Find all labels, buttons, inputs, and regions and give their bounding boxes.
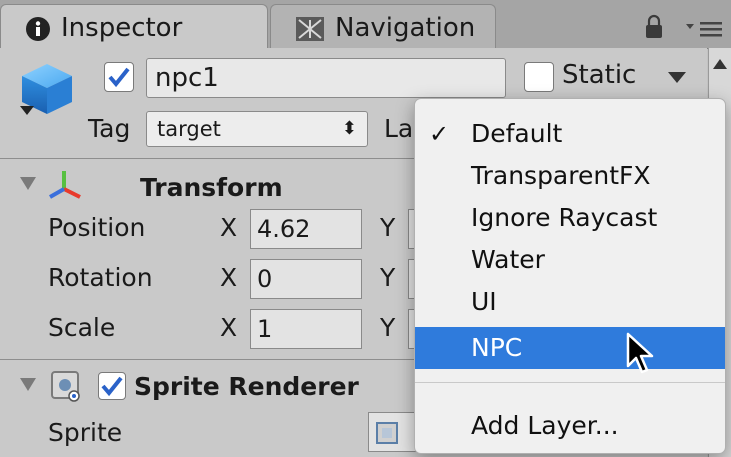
scroll-up-arrow-icon[interactable] bbox=[713, 58, 727, 70]
menu-item-npc[interactable]: NPC bbox=[415, 327, 725, 369]
menu-item-label: Water bbox=[471, 245, 545, 274]
static-label: Static bbox=[562, 60, 637, 90]
tab-navigation[interactable]: Navigation bbox=[270, 4, 496, 48]
menu-item-water[interactable]: Water bbox=[415, 239, 725, 281]
foldout-arrow-icon[interactable] bbox=[20, 378, 36, 392]
static-dropdown-arrow-icon[interactable] bbox=[668, 72, 686, 84]
layer-dropdown-menu: ✓ Default TransparentFX Ignore Raycast W… bbox=[414, 98, 726, 454]
scale-x-label: X bbox=[220, 313, 238, 342]
menu-item-label: Ignore Raycast bbox=[471, 203, 658, 232]
menu-item-label: Add Layer... bbox=[471, 411, 619, 440]
menu-item-label: NPC bbox=[471, 333, 523, 362]
object-name-field[interactable]: npc1 bbox=[146, 58, 506, 98]
menu-item-ui[interactable]: UI bbox=[415, 281, 725, 323]
checkmark-icon: ✓ bbox=[429, 120, 450, 148]
tag-value: target bbox=[157, 117, 221, 141]
menu-item-label: Default bbox=[471, 119, 563, 148]
scale-x-field[interactable]: 1 bbox=[250, 309, 362, 349]
rotation-x-label: X bbox=[220, 263, 238, 292]
menu-item-add-layer[interactable]: Add Layer... bbox=[415, 405, 725, 447]
static-checkbox[interactable] bbox=[524, 62, 554, 92]
checkmark-icon bbox=[108, 67, 130, 88]
position-x-field[interactable]: 4.62 bbox=[250, 209, 362, 249]
menu-separator bbox=[415, 382, 725, 383]
scale-y-label: Y bbox=[380, 313, 396, 342]
updown-arrows-icon: ⬍ bbox=[341, 118, 357, 139]
sprite-label: Sprite bbox=[48, 418, 123, 447]
lock-icon[interactable] bbox=[644, 14, 664, 40]
transform-title: Transform bbox=[140, 173, 283, 202]
tag-dropdown[interactable]: target ⬍ bbox=[146, 111, 368, 147]
foldout-arrow-icon[interactable] bbox=[20, 177, 36, 191]
icon-dropdown-arrow[interactable] bbox=[20, 106, 34, 116]
active-checkbox[interactable] bbox=[104, 62, 134, 92]
tab-inspector[interactable]: Inspector bbox=[0, 4, 268, 48]
info-icon bbox=[26, 17, 50, 41]
sprite-renderer-enabled-checkbox[interactable] bbox=[98, 372, 126, 400]
position-label: Position bbox=[48, 213, 146, 242]
rotation-label: Rotation bbox=[48, 263, 153, 292]
sprite-asset-icon bbox=[376, 422, 398, 444]
menu-item-ignore-raycast[interactable]: Ignore Raycast bbox=[415, 197, 725, 239]
menu-item-transparentfx[interactable]: TransparentFX bbox=[415, 155, 725, 197]
navmesh-icon bbox=[296, 17, 324, 41]
layer-label: La bbox=[384, 114, 414, 143]
sprite-renderer-icon bbox=[51, 371, 80, 402]
position-y-label: Y bbox=[380, 213, 396, 242]
menu-item-default[interactable]: ✓ Default bbox=[415, 113, 725, 155]
tab-navigation-label: Navigation bbox=[335, 13, 476, 43]
rotation-y-label: Y bbox=[380, 263, 396, 292]
scale-label: Scale bbox=[48, 313, 116, 342]
sprite-renderer-title: Sprite Renderer bbox=[134, 372, 359, 401]
checkmark-icon bbox=[101, 376, 123, 397]
tab-bar: Inspector Navigation bbox=[0, 0, 731, 49]
menu-item-label: TransparentFX bbox=[471, 161, 651, 190]
transform-axis-icon bbox=[49, 171, 81, 199]
tag-label: Tag bbox=[88, 114, 131, 143]
position-x-label: X bbox=[220, 213, 238, 242]
rotation-x-field[interactable]: 0 bbox=[250, 259, 362, 299]
mouse-cursor-icon bbox=[626, 332, 654, 374]
menu-item-label: UI bbox=[471, 287, 497, 316]
tab-inspector-label: Inspector bbox=[61, 13, 183, 43]
context-menu-icon[interactable] bbox=[686, 18, 726, 40]
